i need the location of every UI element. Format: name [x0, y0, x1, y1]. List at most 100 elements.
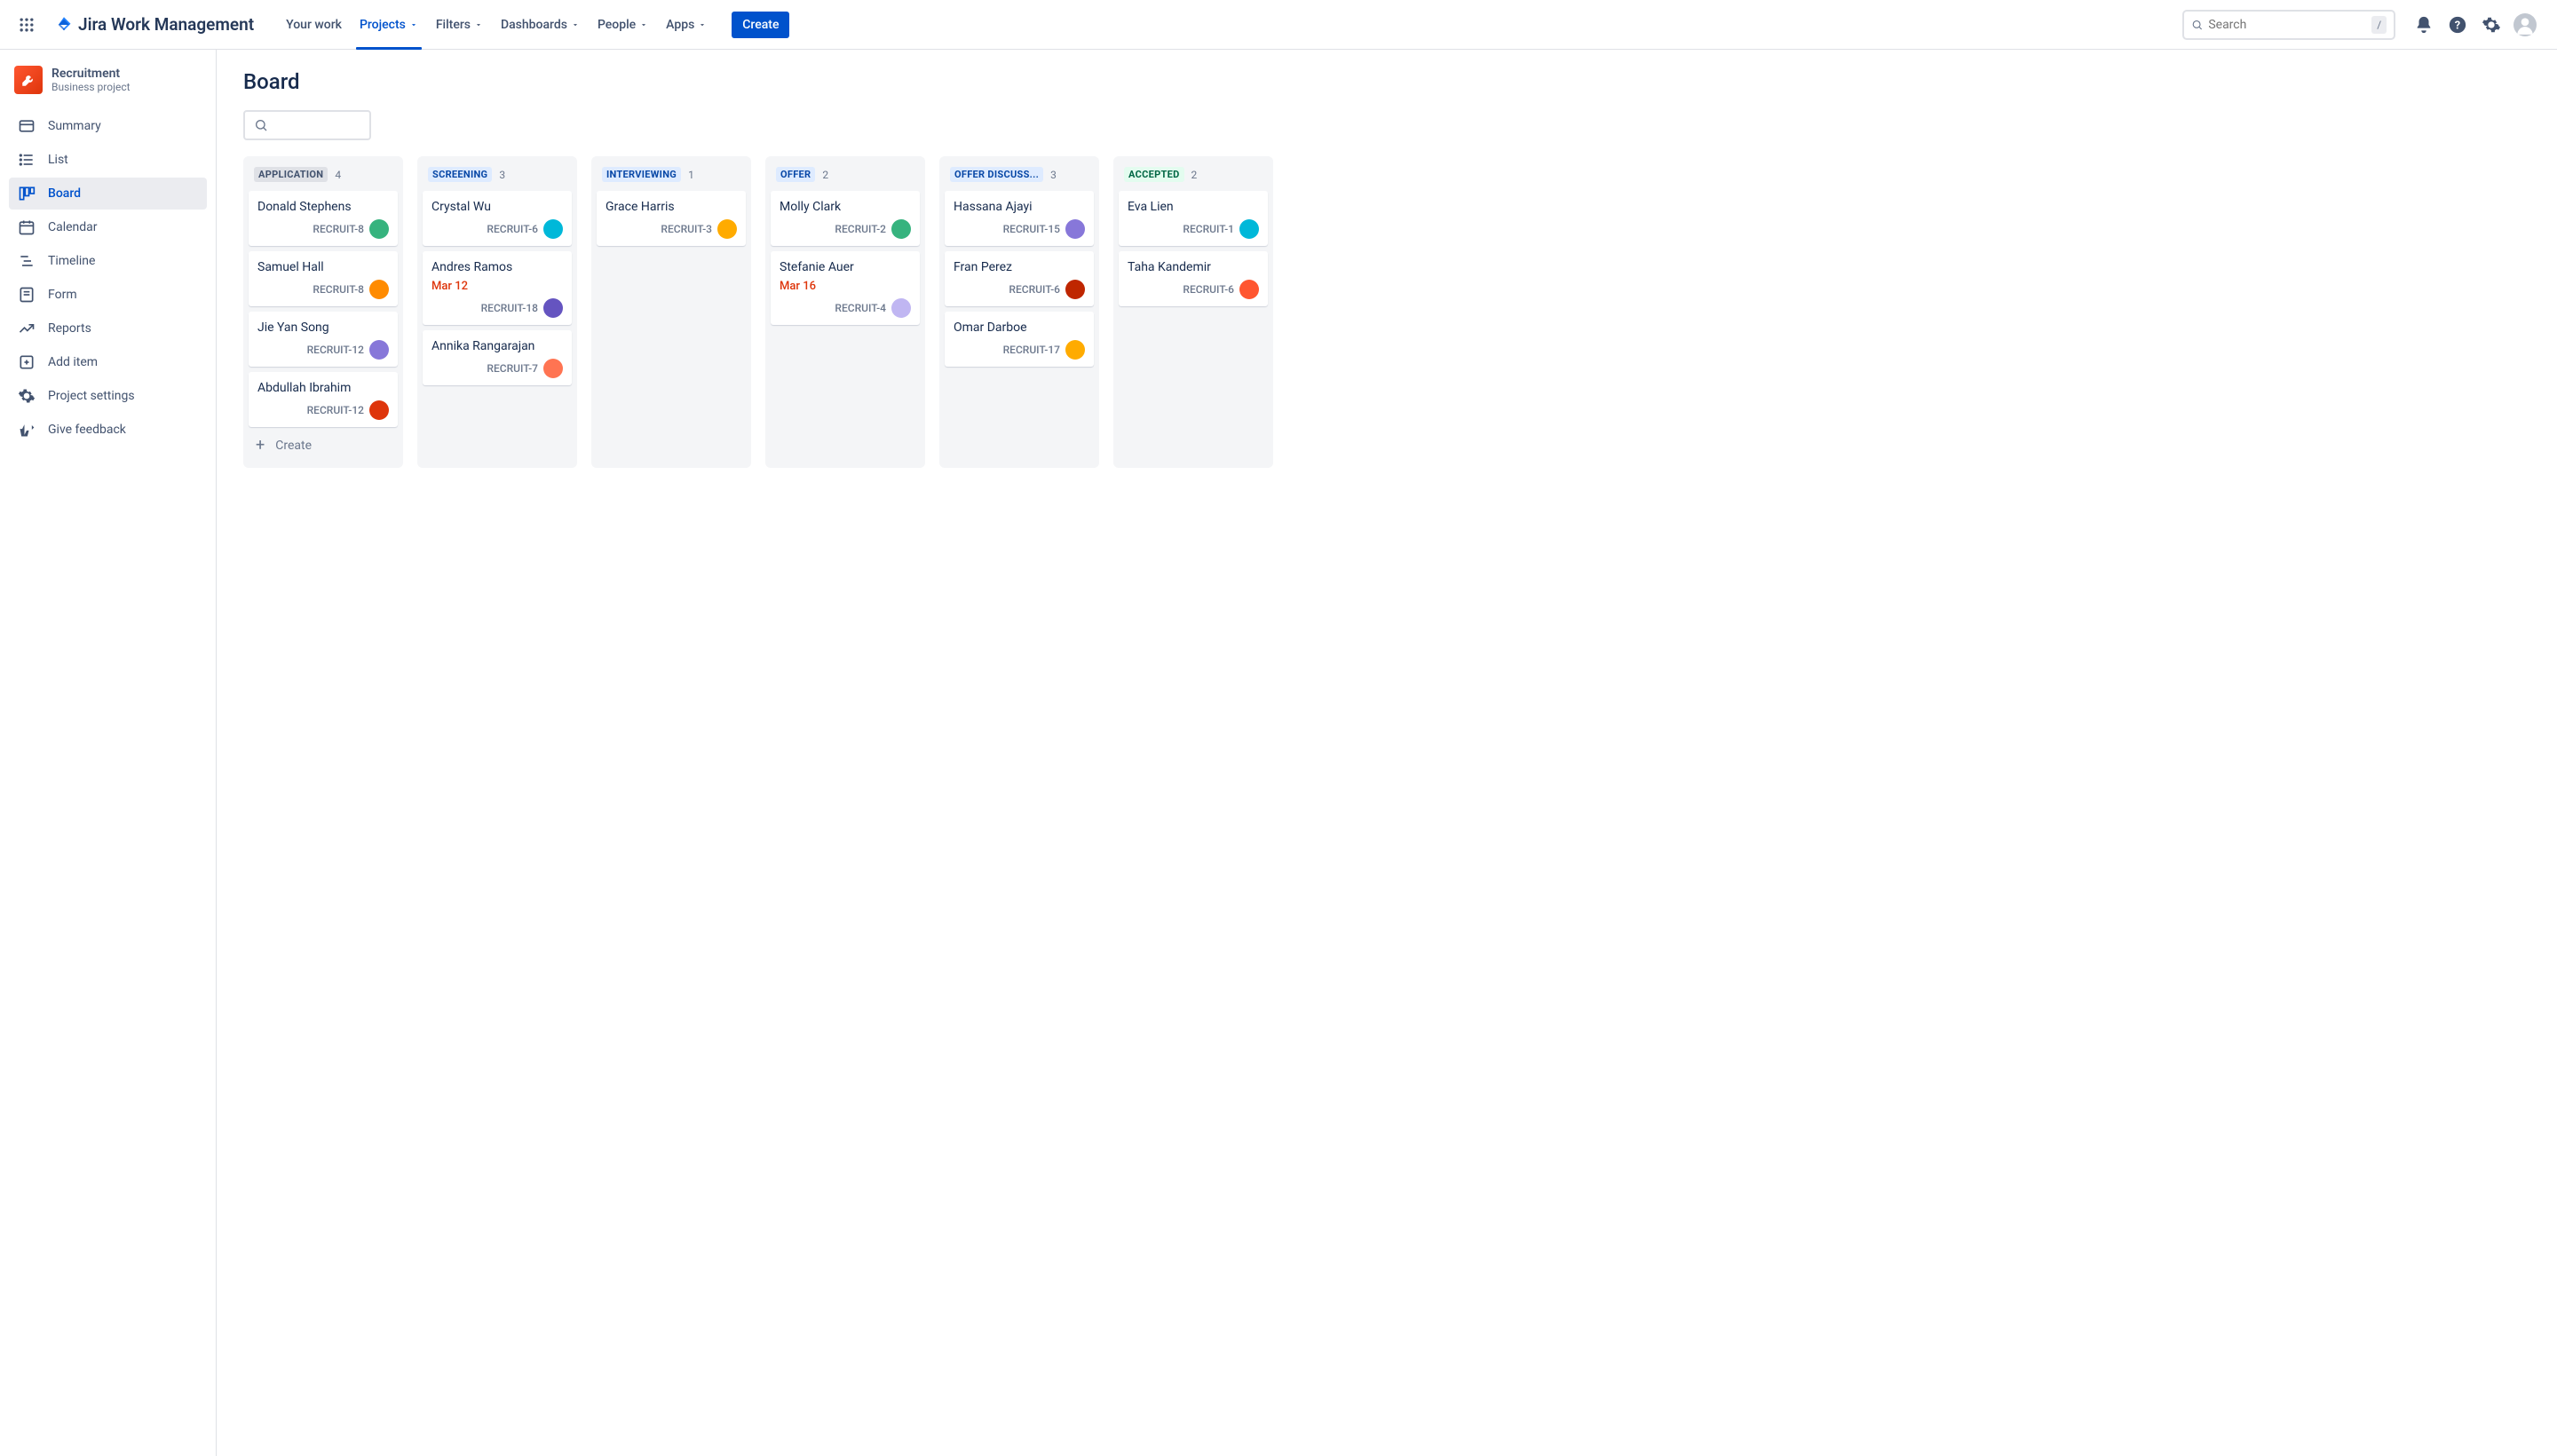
nav-item-dashboards[interactable]: Dashboards: [492, 0, 589, 50]
card-title: Abdullah Ibrahim: [257, 381, 389, 395]
megaphone-icon: [18, 421, 36, 439]
card[interactable]: Annika RangarajanRECRUIT-7: [423, 330, 572, 385]
sidebar-item-board[interactable]: Board: [9, 178, 207, 210]
card[interactable]: Hassana AjayiRECRUIT-15: [945, 191, 1094, 246]
card[interactable]: Stefanie AuerMar 16RECRUIT-4: [771, 251, 920, 325]
chevron-down-icon: [639, 20, 648, 29]
card[interactable]: Omar DarboeRECRUIT-17: [945, 312, 1094, 367]
assignee-avatar[interactable]: [1065, 340, 1085, 360]
assignee-avatar[interactable]: [369, 219, 389, 239]
sidebar-item-give-feedback[interactable]: Give feedback: [9, 414, 207, 446]
column-accepted: ACCEPTED2Eva LienRECRUIT-1Taha KandemirR…: [1113, 156, 1273, 468]
product-logo[interactable]: Jira Work Management: [48, 14, 261, 35]
sidebar-item-label: Calendar: [48, 220, 98, 234]
column-header[interactable]: OFFER DISCUSS...3: [945, 163, 1094, 191]
card-title: Fran Perez: [954, 260, 1085, 274]
filter-bar: [243, 110, 2557, 140]
card[interactable]: Taha KandemirRECRUIT-6: [1119, 251, 1268, 306]
gear-icon: [18, 387, 36, 405]
assignee-avatar[interactable]: [1065, 219, 1085, 239]
assignee-avatar[interactable]: [891, 298, 911, 318]
sidebar-item-reports[interactable]: Reports: [9, 313, 207, 344]
nav-item-apps[interactable]: Apps: [657, 0, 716, 50]
help-button[interactable]: ?: [2443, 11, 2472, 39]
card[interactable]: Grace HarrisRECRUIT-3: [597, 191, 746, 246]
board-search[interactable]: [243, 110, 371, 140]
column-application: APPLICATION4Donald StephensRECRUIT-8Samu…: [243, 156, 403, 468]
column-header[interactable]: INTERVIEWING1: [597, 163, 746, 191]
project-subtitle: Business project: [51, 81, 131, 93]
card[interactable]: Abdullah Ibrahim RECRUIT-12: [249, 372, 398, 427]
app-switcher-button[interactable]: [12, 11, 41, 39]
assignee-avatar[interactable]: [369, 400, 389, 420]
card-footer: RECRUIT-7: [431, 359, 563, 378]
card-title: Eva Lien: [1128, 200, 1259, 214]
nav-item-filters[interactable]: Filters: [427, 0, 492, 50]
card[interactable]: Molly ClarkRECRUIT-2: [771, 191, 920, 246]
project-name: Recruitment: [51, 67, 131, 81]
card-due-date: Mar 16: [780, 280, 911, 293]
column-count: 4: [335, 169, 341, 181]
card-key: RECRUIT-2: [835, 223, 886, 235]
assignee-avatar[interactable]: [543, 359, 563, 378]
sidebar-item-calendar[interactable]: Calendar: [9, 211, 207, 243]
assignee-avatar[interactable]: [543, 219, 563, 239]
sidebar-item-summary[interactable]: Summary: [9, 110, 207, 142]
sidebar-item-label: Give feedback: [48, 423, 126, 437]
create-card-button[interactable]: +Create: [249, 431, 398, 461]
assignee-avatar[interactable]: [1065, 280, 1085, 299]
sidebar-item-label: List: [48, 153, 68, 167]
card-title: Samuel Hall: [257, 260, 389, 274]
help-icon: ?: [2448, 15, 2467, 35]
card[interactable]: Donald StephensRECRUIT-8: [249, 191, 398, 246]
search-input-wrapper[interactable]: /: [2182, 10, 2395, 40]
search-icon: [2191, 18, 2203, 32]
card[interactable]: Eva LienRECRUIT-1: [1119, 191, 1268, 246]
nav-item-label: Dashboards: [501, 18, 567, 32]
assignee-avatar[interactable]: [1239, 280, 1259, 299]
card[interactable]: Crystal WuRECRUIT-6: [423, 191, 572, 246]
create-button[interactable]: Create: [732, 12, 789, 38]
page-title: Board: [243, 69, 2557, 94]
assignee-avatar[interactable]: [717, 219, 737, 239]
assignee-avatar[interactable]: [369, 340, 389, 360]
card-key: RECRUIT-7: [487, 362, 538, 375]
search-input[interactable]: [2208, 18, 2366, 32]
card-footer: RECRUIT-18: [431, 298, 563, 318]
chevron-down-icon: [409, 20, 418, 29]
sidebar-item-add-item[interactable]: Add item: [9, 346, 207, 378]
settings-button[interactable]: [2477, 11, 2506, 39]
sidebar-item-list[interactable]: List: [9, 144, 207, 176]
profile-button[interactable]: [2511, 11, 2539, 39]
sidebar-item-timeline[interactable]: Timeline: [9, 245, 207, 277]
create-card-label: Create: [275, 439, 312, 453]
sidebar-item-label: Project settings: [48, 389, 135, 403]
column-header[interactable]: SCREENING3: [423, 163, 572, 191]
sidebar: Recruitment Business project Summary List…: [0, 50, 217, 1456]
card-key: RECRUIT-12: [307, 404, 364, 416]
sidebar-item-form[interactable]: Form: [9, 279, 207, 311]
column-header[interactable]: APPLICATION4: [249, 163, 398, 191]
search-icon: [254, 118, 268, 132]
assignee-avatar[interactable]: [543, 298, 563, 318]
card-key: RECRUIT-3: [661, 223, 712, 235]
card[interactable]: Fran PerezRECRUIT-6: [945, 251, 1094, 306]
column-header[interactable]: ACCEPTED2: [1119, 163, 1268, 191]
column-title: INTERVIEWING: [602, 167, 681, 182]
notifications-button[interactable]: [2410, 11, 2438, 39]
assignee-avatar[interactable]: [891, 219, 911, 239]
bell-icon: [2414, 15, 2434, 35]
sidebar-item-project-settings[interactable]: Project settings: [9, 380, 207, 412]
assignee-avatar[interactable]: [369, 280, 389, 299]
assignee-avatar[interactable]: [1239, 219, 1259, 239]
project-header[interactable]: Recruitment Business project: [9, 66, 207, 107]
nav-item-your-work[interactable]: Your work: [277, 0, 351, 50]
jira-logo-icon: [55, 16, 73, 34]
card-title: Omar Darboe: [954, 320, 1085, 335]
card[interactable]: Andres RamosMar 12RECRUIT-18: [423, 251, 572, 325]
column-header[interactable]: OFFER2: [771, 163, 920, 191]
card[interactable]: Samuel HallRECRUIT-8: [249, 251, 398, 306]
card[interactable]: Jie Yan SongRECRUIT-12: [249, 312, 398, 367]
nav-item-projects[interactable]: Projects: [351, 0, 427, 50]
nav-item-people[interactable]: People: [589, 0, 657, 50]
